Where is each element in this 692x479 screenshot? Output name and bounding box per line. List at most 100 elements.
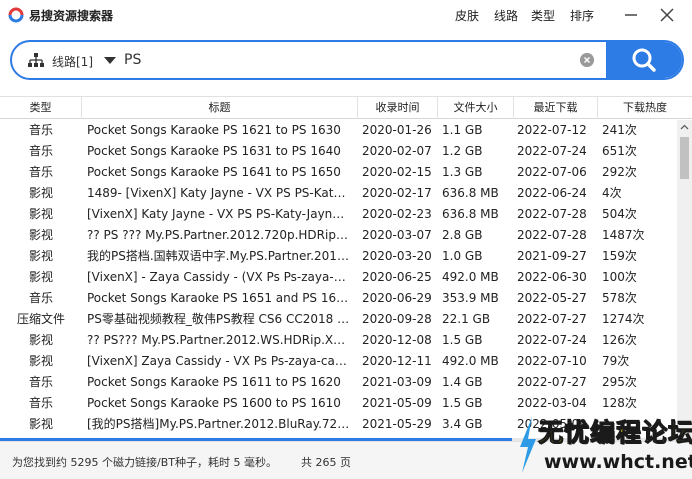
cell-size: 1.1 GB <box>442 123 483 137</box>
cell-heat: 1487次 <box>602 228 645 242</box>
menu-route[interactable]: 线路 <box>494 7 518 24</box>
cell-size: 22.1 GB <box>442 312 491 326</box>
cell-title: [我的PS搭档]My.PS.Partner.2012.BluRay.720... <box>87 417 351 431</box>
cell-size: 492.0 MB <box>442 270 499 284</box>
cell-size: 636.8 MB <box>442 207 499 221</box>
cell-heat: 504次 <box>602 207 637 221</box>
watermark-url-text: www.whct.net <box>544 451 692 473</box>
table-row[interactable]: 影视 1489- [VixenX] Katy Jayne - VX PS PS-K… <box>0 183 677 204</box>
search-input[interactable] <box>124 49 564 71</box>
cell-date: 2020-06-29 <box>362 291 432 305</box>
bolt-icon <box>520 417 536 473</box>
cell-date: 2020-12-11 <box>362 354 432 368</box>
menu-skin[interactable]: 皮肤 <box>455 7 479 24</box>
cell-size: 1.2 GB <box>442 144 483 158</box>
cell-type: 压缩文件 <box>16 312 65 326</box>
route-selector-label[interactable]: 线路[1] <box>52 53 93 70</box>
cell-last-download: 2022-06-30 <box>517 270 587 284</box>
cell-type: 音乐 <box>28 375 53 389</box>
cell-type: 音乐 <box>28 123 53 137</box>
table-row[interactable]: 音乐 Pocket Songs Karaoke PS 1611 to PS 162… <box>0 372 677 393</box>
cell-last-download: 2022-07-24 <box>517 144 587 158</box>
close-icon[interactable] <box>656 4 678 26</box>
cell-size: 636.8 MB <box>442 186 499 200</box>
cell-date: 2020-09-28 <box>362 312 432 326</box>
table-row[interactable]: 音乐 Pocket Songs Karaoke PS 1631 to PS 164… <box>0 141 677 162</box>
cell-last-download: 2022-06-24 <box>517 186 587 200</box>
table-row[interactable]: 影视 [VixenX] Katy Jayne - VX PS PS-Katy-Ja… <box>0 204 677 225</box>
cell-last-download: 2022-05-27 <box>517 291 587 305</box>
table-row[interactable]: 音乐 Pocket Songs Karaoke PS 1651 and PS 16… <box>0 288 677 309</box>
cell-title: [VixenX] Katy Jayne - VX PS PS-Katy-Jayn… <box>87 207 351 221</box>
cell-last-download: 2022-07-24 <box>517 333 587 347</box>
network-tree-icon[interactable] <box>28 52 44 68</box>
col-header-type[interactable]: 类型 <box>0 97 82 119</box>
table-row[interactable]: 音乐 Pocket Songs Karaoke PS 1641 to PS 165… <box>0 162 677 183</box>
cell-size: 1.4 GB <box>442 375 483 389</box>
cell-type: 影视 <box>28 354 53 368</box>
cell-title: PS零基础视频教程_敬伟PS教程 CS6 CC2018 p... <box>87 312 351 326</box>
vertical-scrollbar[interactable] <box>677 120 692 438</box>
cell-title: ?? PS ??? My.PS.Partner.2012.720p.HDRip.… <box>87 228 351 242</box>
cell-size: 2.8 GB <box>442 228 483 242</box>
title-bar: 易搜资源搜索器 皮肤 线路 类型 排序 <box>0 0 692 30</box>
cell-title: Pocket Songs Karaoke PS 1651 and PS 1652 <box>87 291 351 305</box>
page-count-text: 共 265 页 <box>301 456 351 469</box>
col-header-size[interactable]: 文件大小 <box>438 97 514 119</box>
caret-down-icon[interactable] <box>104 57 116 64</box>
table-row[interactable]: 影视 ?? PS??? My.PS.Partner.2012.WS.HDRip.X… <box>0 330 677 351</box>
results-table: 类型 标题 收录时间 文件大小 最近下载 下载热度 音乐 Pocket Songs… <box>0 96 692 438</box>
cell-type: 影视 <box>28 249 53 263</box>
cell-last-download: 2022-07-28 <box>517 207 587 221</box>
col-header-title[interactable]: 标题 <box>82 97 358 119</box>
cell-date: 2020-01-26 <box>362 123 432 137</box>
table-row[interactable]: 影视 我的PS搭档.国韩双语中字.My.PS.Partner.2012.... 20… <box>0 246 677 267</box>
table-header: 类型 标题 收录时间 文件大小 最近下载 下载热度 <box>0 97 692 119</box>
table-row[interactable]: 影视 ?? PS ??? My.PS.Partner.2012.720p.HDRi… <box>0 225 677 246</box>
cell-date: 2020-12-08 <box>362 333 432 347</box>
watermark-main-text: 无忧编程论坛 <box>537 418 692 448</box>
cell-date: 2021-05-29 <box>362 417 432 431</box>
table-row[interactable]: 压缩文件 PS零基础视频教程_敬伟PS教程 CS6 CC2018 p... 2020… <box>0 309 677 330</box>
table-row[interactable]: 影视 [VixenX] - Zaya Cassidy - (VX Ps Ps-za… <box>0 267 677 288</box>
scrollbar-thumb[interactable] <box>680 137 689 179</box>
cell-last-download: 2022-07-27 <box>517 375 587 389</box>
cell-title: [VixenX] - Zaya Cassidy - (VX Ps Ps-zaya… <box>87 270 351 284</box>
cell-size: 492.0 MB <box>442 354 499 368</box>
cell-title: Pocket Songs Karaoke PS 1641 to PS 1650 <box>87 165 341 179</box>
cell-heat: 79次 <box>602 354 630 368</box>
clear-icon[interactable] <box>580 53 594 67</box>
cell-type: 音乐 <box>28 144 53 158</box>
cell-last-download: 2021-09-27 <box>517 249 587 263</box>
cell-date: 2021-03-09 <box>362 375 432 389</box>
cell-date: 2021-05-09 <box>362 396 432 410</box>
cell-heat: 578次 <box>602 291 637 305</box>
cell-heat: 241次 <box>602 123 637 137</box>
magnifier-icon <box>632 48 656 72</box>
cell-type: 影视 <box>28 270 53 284</box>
menu-sort[interactable]: 排序 <box>570 7 594 24</box>
cell-size: 3.4 GB <box>442 417 483 431</box>
cell-date: 2020-03-07 <box>362 228 432 242</box>
col-header-last-download[interactable]: 最近下载 <box>514 97 598 119</box>
cell-heat: 292次 <box>602 165 637 179</box>
col-header-date[interactable]: 收录时间 <box>358 97 438 119</box>
cell-date: 2020-02-17 <box>362 186 432 200</box>
col-header-heat[interactable]: 下载热度 <box>598 97 692 119</box>
table-row[interactable]: 音乐 Pocket Songs Karaoke PS 1621 to PS 163… <box>0 120 677 141</box>
search-button[interactable] <box>606 42 682 78</box>
scroll-up-icon[interactable] <box>677 120 692 135</box>
cell-heat: 295次 <box>602 375 637 389</box>
cell-size: 1.5 GB <box>442 333 483 347</box>
cell-size: 1.5 GB <box>442 396 483 410</box>
cell-heat: 651次 <box>602 144 637 158</box>
cell-title: Pocket Songs Karaoke PS 1621 to PS 1630 <box>87 123 341 137</box>
menu-type[interactable]: 类型 <box>531 7 555 24</box>
cell-type: 影视 <box>28 417 53 431</box>
cell-date: 2020-06-25 <box>362 270 432 284</box>
cell-type: 音乐 <box>28 396 53 410</box>
table-row[interactable]: 影视 [VixenX] Zaya Cassidy - VX Ps Ps-zaya-… <box>0 351 677 372</box>
cell-type: 影视 <box>28 333 53 347</box>
minimize-icon[interactable] <box>620 4 642 26</box>
cell-last-download: 2022-07-06 <box>517 165 587 179</box>
